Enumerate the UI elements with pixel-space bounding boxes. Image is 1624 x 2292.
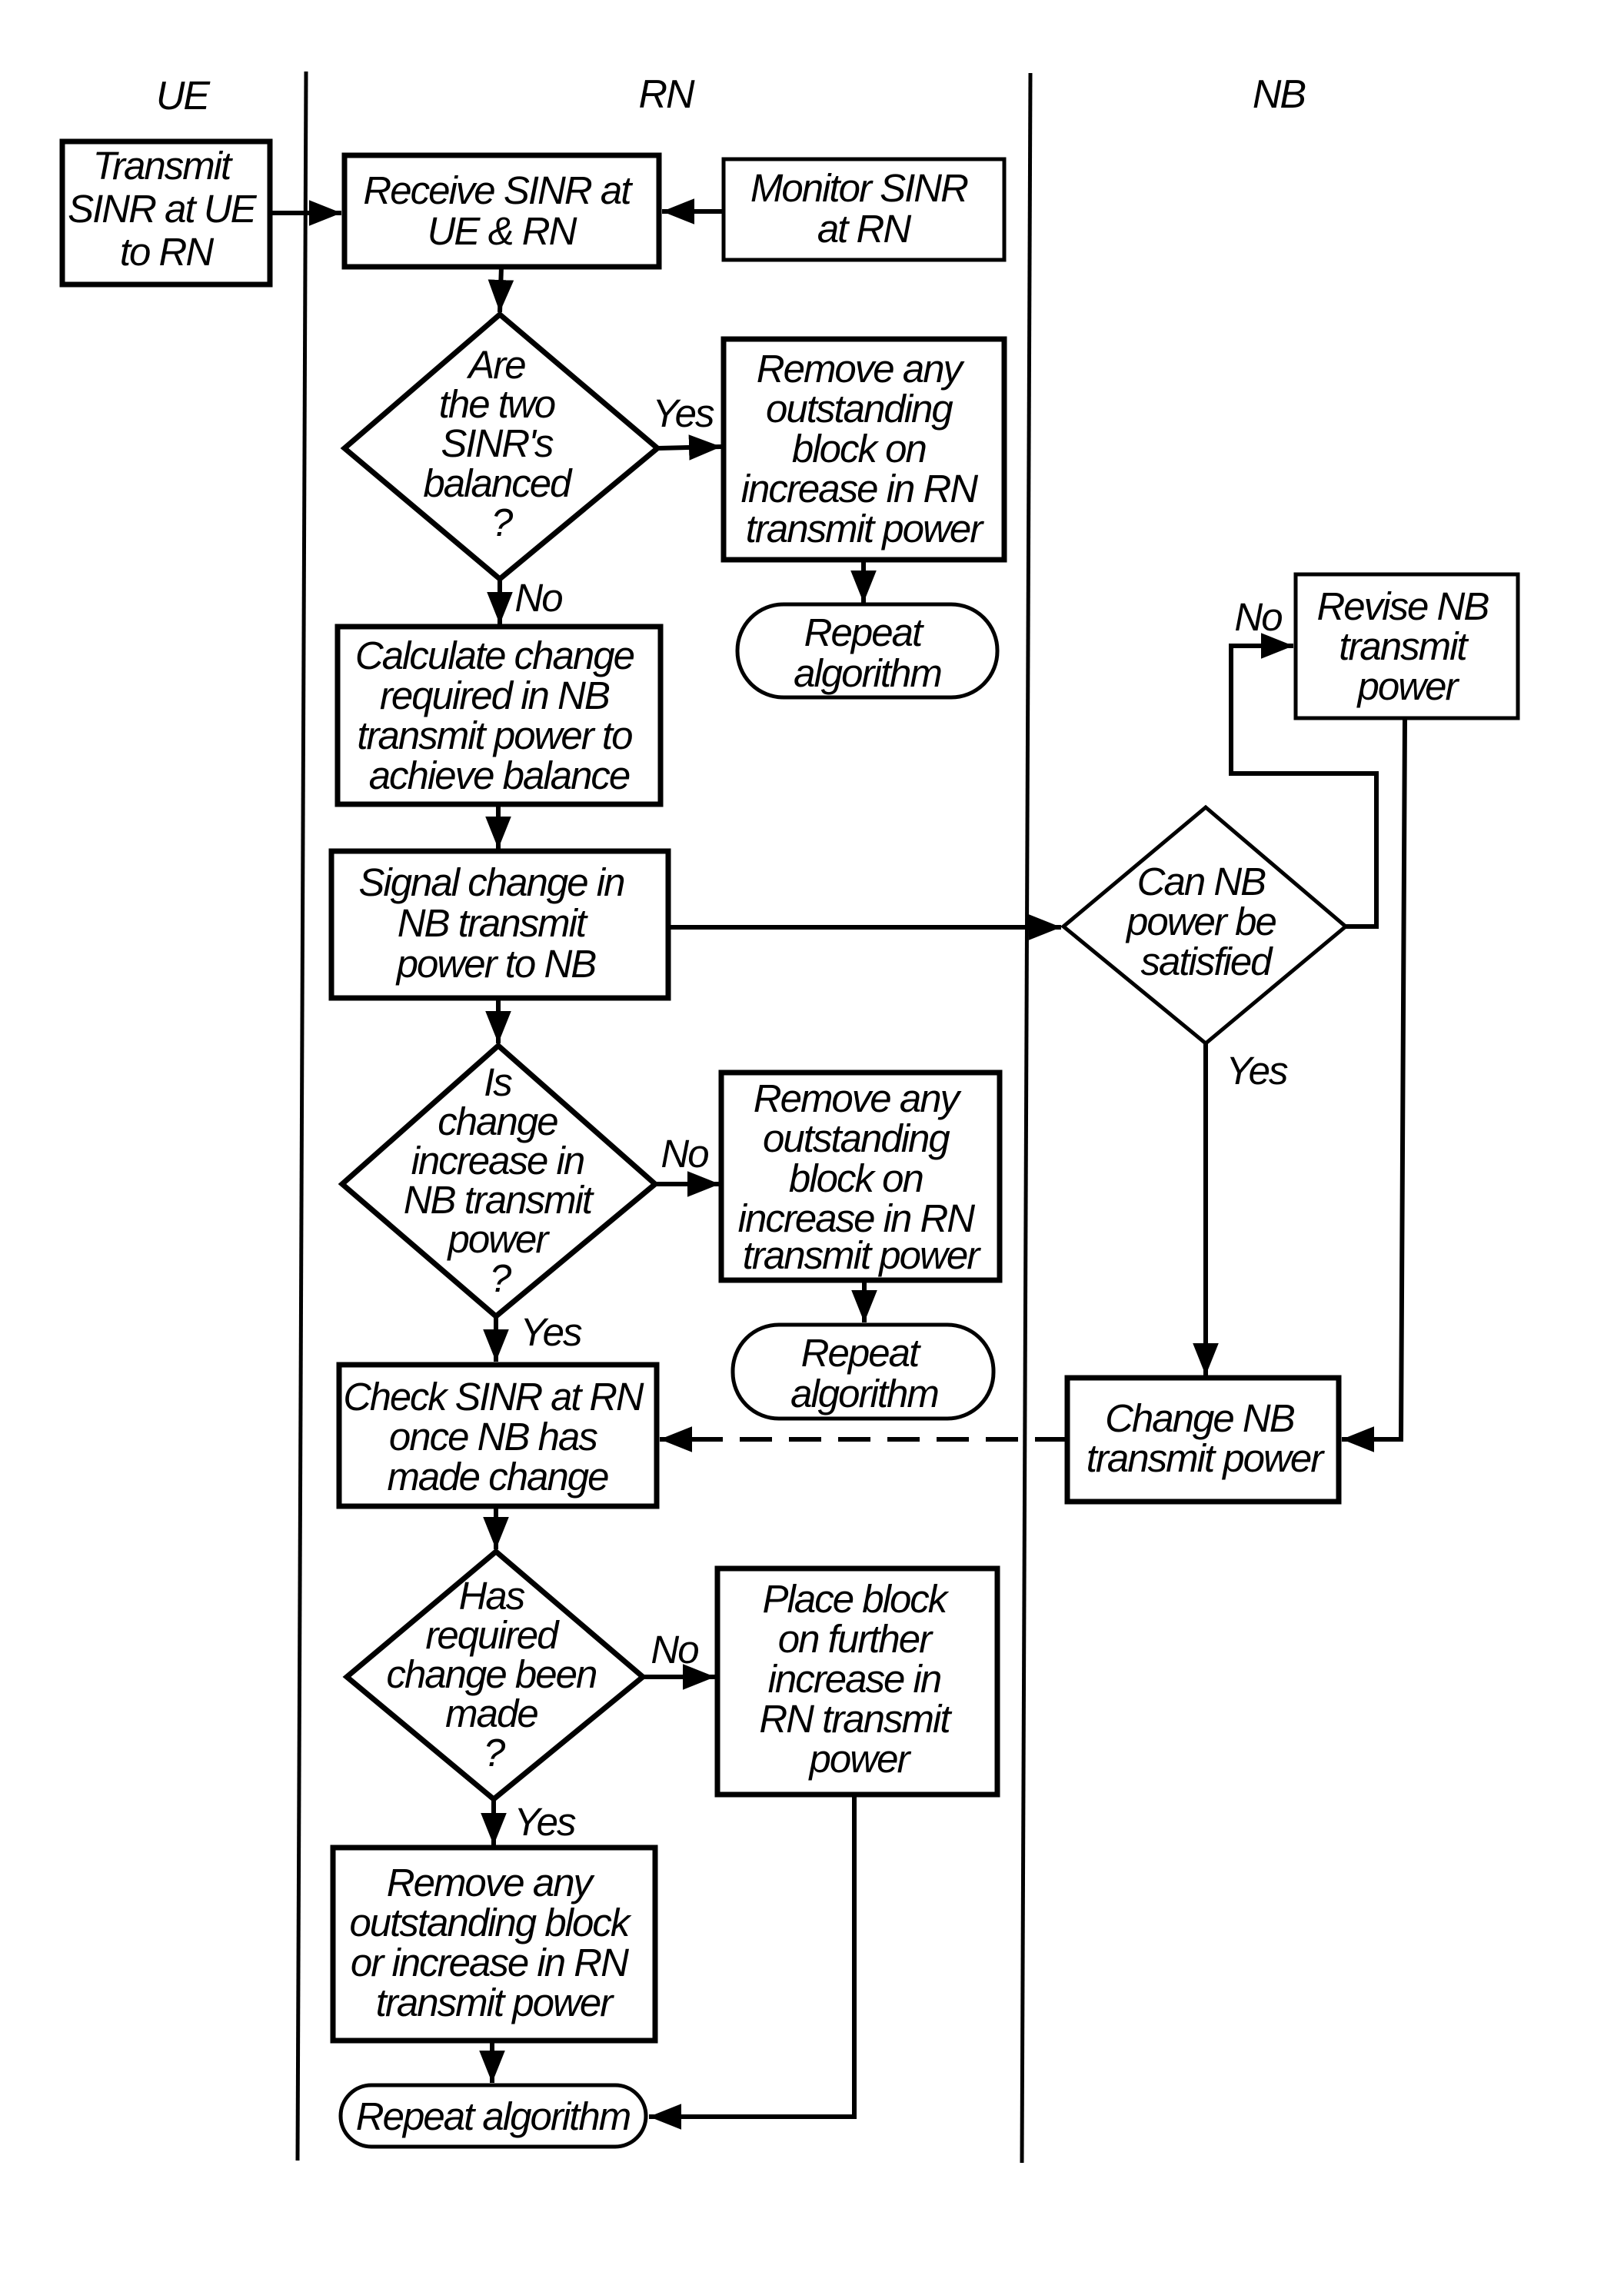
node-increase-decision: Is change increase in NB transmit power … <box>338 1042 660 1320</box>
node-repeat-2: Repeat algorithm <box>730 1322 996 1421</box>
label-increase-yes: Yes <box>520 1310 582 1354</box>
node-check-sinr: Check SINR at RN once NB has made change <box>336 1362 660 1509</box>
node-satisfied-decision: Can NB power be satisfied <box>1060 804 1349 1046</box>
lane-label-ue: UE <box>156 74 211 118</box>
lane-divider-rn-nb <box>1020 72 1033 2164</box>
node-receive-sinr: Receive SINR at UE & RN <box>341 152 662 270</box>
node-text: Signal change in NB transmit power to NB <box>358 860 633 986</box>
edge-balanced-yes <box>657 434 722 461</box>
node-repeat-1: Repeat algorithm <box>735 602 1000 700</box>
node-text: Repeat algorithm <box>794 610 941 695</box>
node-balanced-decision: Are the two SINR's balanced ? <box>340 311 662 583</box>
label-balanced-yes: Yes <box>652 391 714 435</box>
label-balanced-no: No <box>514 576 562 620</box>
label-increase-no: No <box>661 1132 708 1176</box>
node-text: Change NB transmit power <box>1087 1396 1325 1480</box>
node-monitor-sinr: Monitor SINR at RN <box>721 157 1007 262</box>
node-revise-nb: Revise NB transmit power <box>1293 572 1520 720</box>
node-text: Check SINR at RN once NB has made change <box>343 1375 651 1499</box>
lane-divider-ue-rn <box>295 71 308 2161</box>
node-text: Can NB power be satisfied <box>1125 860 1285 983</box>
node-transmit-sinr: Transmit SINR at UE to RN <box>59 138 273 288</box>
node-repeat-3: Repeat algorithm <box>338 2083 648 2149</box>
label-satisfied-yes: Yes <box>1226 1049 1288 1093</box>
node-change-nb: Change NB transmit power <box>1064 1375 1342 1505</box>
lane-label-nb: NB <box>1253 72 1306 117</box>
swimlane-flowchart: UE RN NB Transmit SINR at UE to RN Recei… <box>59 71 1520 2164</box>
node-made-decision: Has required change been made ? <box>342 1548 647 1803</box>
label-made-yes: Yes <box>514 1800 576 1844</box>
node-remove-block-1: Remove any outstanding block on increase… <box>720 336 1007 563</box>
node-remove-block-3: Remove any outstanding block or increase… <box>330 1845 658 2044</box>
edge-receive-to-balanced <box>488 266 514 313</box>
node-calculate-change: Calculate change required in NB transmit… <box>334 624 664 807</box>
edge-place-to-repeat3 <box>649 1795 857 2130</box>
node-text: Repeat algorithm <box>356 2094 631 2138</box>
node-remove-block-2: Remove any outstanding block on increase… <box>718 1069 1003 1283</box>
lane-label-rn: RN <box>638 72 695 117</box>
label-made-no: No <box>651 1628 698 1672</box>
node-text: Calculate change required in NB transmit… <box>355 634 643 797</box>
node-text: Remove any outstanding block or increase… <box>349 1861 637 2024</box>
node-place-block: Place block on further increase in RN tr… <box>714 1565 1000 1798</box>
node-signal-change: Signal change in NB transmit power to NB <box>328 848 671 1001</box>
edge-revise-to-change <box>1342 717 1407 1452</box>
node-text: Repeat algorithm <box>790 1331 938 1415</box>
node-text: Has required change been made ? <box>386 1574 605 1775</box>
label-satisfied-no: No <box>1234 595 1282 639</box>
